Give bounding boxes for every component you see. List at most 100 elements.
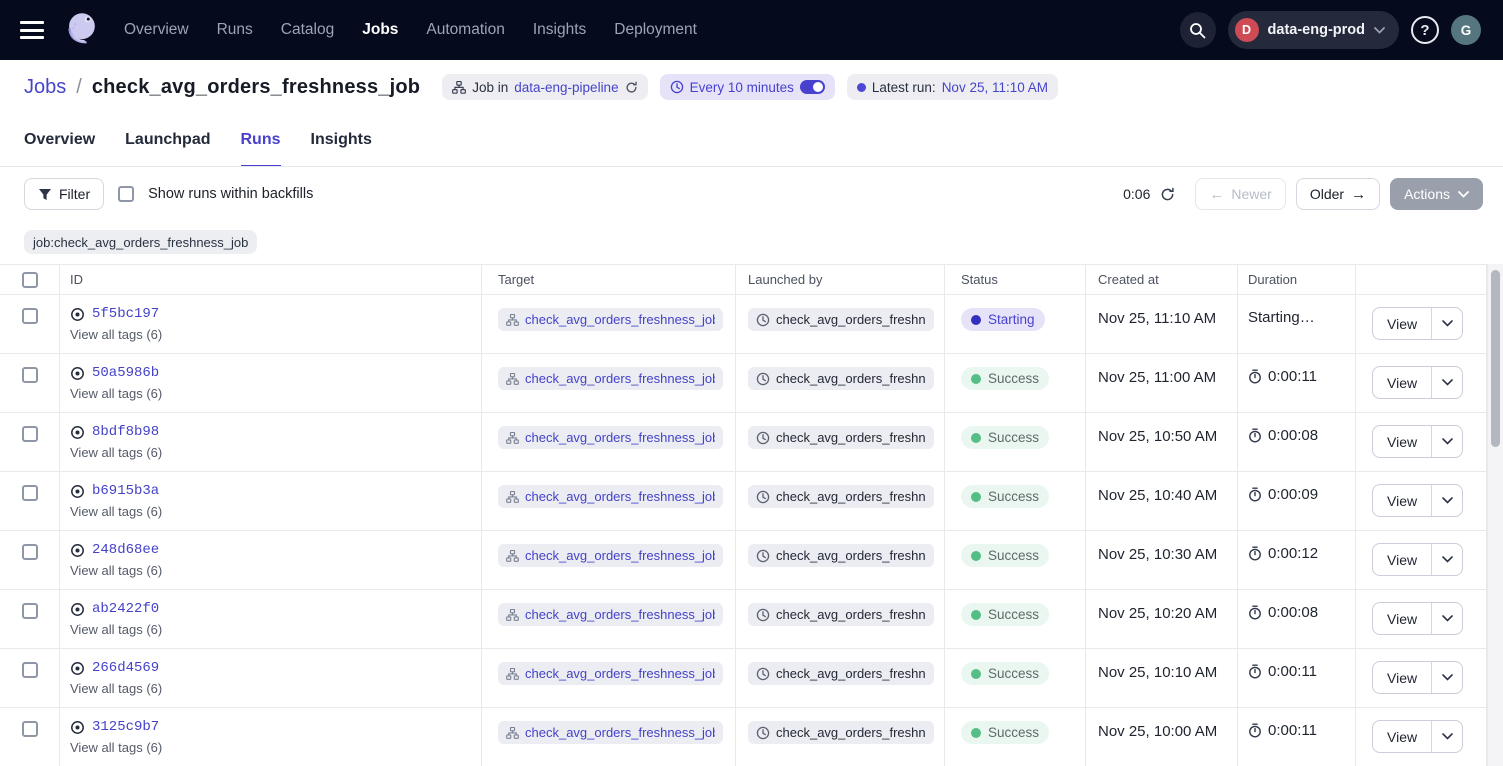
tab-launchpad[interactable]: Launchpad [125,130,210,167]
view-dropdown-button[interactable] [1431,544,1462,575]
select-all-checkbox[interactable] [22,272,38,288]
vertical-scrollbar-track[interactable] [1487,264,1503,766]
target-job-pill[interactable]: check_avg_orders_freshness_job [498,721,723,744]
launched-by-pill[interactable]: check_avg_orders_freshn… [748,544,934,567]
schedule-clock-icon [756,726,770,740]
row-checkbox[interactable] [22,721,38,737]
older-button[interactable]: Older → [1296,178,1380,210]
launched-by-pill[interactable]: check_avg_orders_freshn… [748,662,934,685]
run-target-icon [70,425,85,440]
view-button[interactable]: View [1373,603,1431,634]
view-all-tags-link[interactable]: View all tags (6) [70,386,481,401]
latest-run-link[interactable]: Nov 25, 11:10 AM [942,80,1048,95]
nav-item-catalog[interactable]: Catalog [281,21,334,39]
avatar[interactable]: G [1451,15,1481,45]
view-dropdown-button[interactable] [1431,367,1462,398]
target-job-name: check_avg_orders_freshness_job [525,371,715,386]
search-button[interactable] [1180,12,1216,48]
view-dropdown-button[interactable] [1431,485,1462,516]
view-all-tags-link[interactable]: View all tags (6) [70,504,481,519]
row-checkbox[interactable] [22,544,38,560]
target-job-pill[interactable]: check_avg_orders_freshness_job [498,544,723,567]
duration-value: Starting… [1248,309,1315,326]
row-checkbox[interactable] [22,485,38,501]
row-checkbox[interactable] [22,308,38,324]
view-button[interactable]: View [1373,662,1431,693]
view-dropdown-button[interactable] [1431,426,1462,457]
reload-location-icon[interactable] [625,81,638,94]
target-job-pill[interactable]: check_avg_orders_freshness_job [498,485,723,508]
view-button[interactable]: View [1373,485,1431,516]
run-id-link[interactable]: 3125c9b7 [92,719,159,735]
run-id-link[interactable]: b6915b3a [92,483,159,499]
nav-item-automation[interactable]: Automation [426,21,504,39]
target-job-name: check_avg_orders_freshness_job [525,489,715,504]
launched-by-pill[interactable]: check_avg_orders_freshn… [748,721,934,744]
created-at-value: Nov 25, 10:20 AM [1098,605,1217,622]
row-checkbox[interactable] [22,603,38,619]
run-id-link[interactable]: 50a5986b [92,365,159,381]
view-split-button: View [1372,366,1463,399]
actions-button[interactable]: Actions [1390,178,1483,210]
view-all-tags-link[interactable]: View all tags (6) [70,622,481,637]
launched-by-pill[interactable]: check_avg_orders_freshn… [748,367,934,390]
view-dropdown-button[interactable] [1431,662,1462,693]
row-checkbox[interactable] [22,662,38,678]
duration-value: 0:00:12 [1268,545,1318,562]
launched-by-pill[interactable]: check_avg_orders_freshn… [748,485,934,508]
job-graph-icon [506,491,519,503]
view-button[interactable]: View [1373,367,1431,398]
filter-button[interactable]: Filter [24,178,104,210]
run-id-link[interactable]: 266d4569 [92,660,159,676]
duration-value: 0:00:08 [1268,604,1318,621]
view-all-tags-link[interactable]: View all tags (6) [70,445,481,460]
deployment-switcher[interactable]: D data-eng-prod [1228,11,1399,49]
refresh-button[interactable] [1160,187,1175,202]
run-id-link[interactable]: 8bdf8b98 [92,424,159,440]
nav-item-deployment[interactable]: Deployment [614,21,697,39]
view-dropdown-button[interactable] [1431,603,1462,634]
view-dropdown-button[interactable] [1431,721,1462,752]
view-button[interactable]: View [1373,544,1431,575]
nav-item-insights[interactable]: Insights [533,21,586,39]
schedule-toggle[interactable] [800,80,825,94]
job-tabs: Overview Launchpad Runs Insights [24,130,372,167]
run-id-link[interactable]: 248d68ee [92,542,159,558]
help-button[interactable]: ? [1411,16,1439,44]
view-all-tags-link[interactable]: View all tags (6) [70,563,481,578]
target-job-pill[interactable]: check_avg_orders_freshness_job [498,308,723,331]
target-job-pill[interactable]: check_avg_orders_freshness_job [498,662,723,685]
run-id-link[interactable]: 5f5bc197 [92,306,159,322]
target-job-pill[interactable]: check_avg_orders_freshness_job [498,426,723,449]
job-filter-tag[interactable]: job:check_avg_orders_freshness_job [24,230,257,254]
view-all-tags-link[interactable]: View all tags (6) [70,740,481,755]
nav-item-overview[interactable]: Overview [124,21,189,39]
vertical-scrollbar-thumb[interactable] [1491,270,1500,447]
nav-item-jobs[interactable]: Jobs [362,21,398,39]
newer-button[interactable]: ← Newer [1195,178,1285,210]
show-backfills-checkbox[interactable] [118,186,134,202]
launched-by-pill[interactable]: check_avg_orders_freshn… [748,603,934,626]
tab-runs[interactable]: Runs [241,130,281,167]
breadcrumb-jobs-link[interactable]: Jobs [24,76,66,99]
code-location-link[interactable]: data-eng-pipeline [514,80,618,95]
view-button[interactable]: View [1373,426,1431,457]
tab-insights[interactable]: Insights [311,130,372,167]
view-dropdown-button[interactable] [1431,308,1462,339]
row-checkbox[interactable] [22,367,38,383]
tab-overview[interactable]: Overview [24,130,95,167]
launched-by-pill[interactable]: check_avg_orders_freshn… [748,308,934,331]
view-button[interactable]: View [1373,721,1431,752]
hamburger-menu-icon[interactable] [20,21,44,39]
view-button[interactable]: View [1373,308,1431,339]
target-job-pill[interactable]: check_avg_orders_freshness_job [498,367,723,390]
view-all-tags-link[interactable]: View all tags (6) [70,681,481,696]
launched-by-pill[interactable]: check_avg_orders_freshn… [748,426,934,449]
job-graph-icon [506,550,519,562]
nav-item-runs[interactable]: Runs [217,21,253,39]
target-job-pill[interactable]: check_avg_orders_freshness_job [498,603,723,626]
row-checkbox[interactable] [22,426,38,442]
dagster-logo-icon[interactable] [60,9,102,51]
run-id-link[interactable]: ab2422f0 [92,601,159,617]
view-all-tags-link[interactable]: View all tags (6) [70,327,481,342]
